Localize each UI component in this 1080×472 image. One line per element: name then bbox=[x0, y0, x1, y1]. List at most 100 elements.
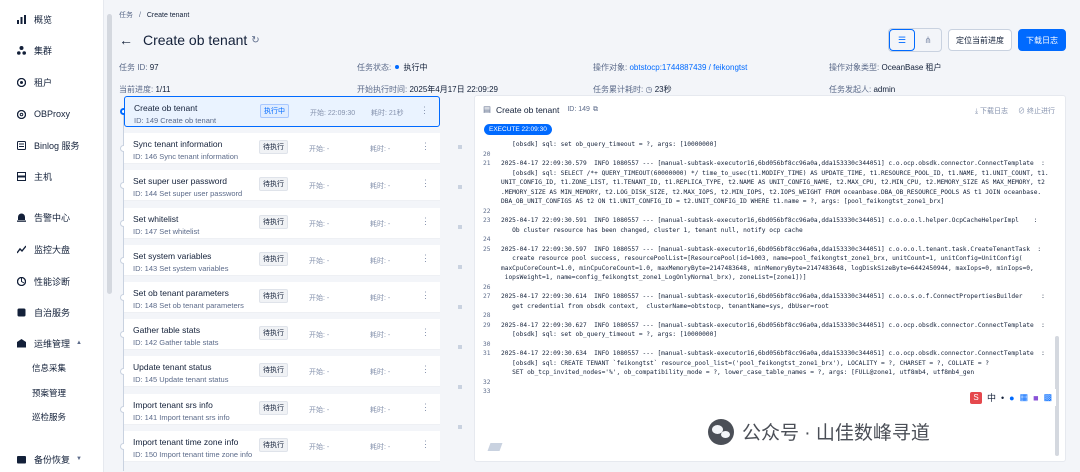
sidebar-item-backup[interactable]: 备份恢复 ▼ bbox=[0, 449, 104, 469]
sidebar-item-obproxy[interactable]: OBProxy bbox=[0, 104, 104, 124]
more-icon[interactable]: ⋮ bbox=[420, 105, 429, 116]
log-line: create resource pool success, resourcePo… bbox=[483, 254, 1053, 264]
subtask-name: Sync tenant information bbox=[133, 139, 223, 150]
sidebar-scrollbar[interactable] bbox=[107, 14, 112, 294]
subtask-item[interactable]: Sync tenant information ID: 146 Sync tena… bbox=[124, 133, 440, 165]
subtask-item[interactable]: Import tenant srs info ID: 141 Import ten… bbox=[124, 393, 440, 425]
more-icon[interactable]: ⋮ bbox=[421, 327, 430, 338]
subtask-id: ID: 148 Set ob tenant parameters bbox=[133, 301, 244, 310]
subtask-item[interactable]: Import tenant time zone info ID: 150 Impo… bbox=[124, 430, 440, 462]
sidebar-item-monitor[interactable]: 监控大盘 bbox=[0, 239, 104, 259]
list-view-icon[interactable]: ☰ bbox=[889, 29, 915, 51]
log-line-text: 2025-04-17 22:09:30.591 INFO 1080557 ---… bbox=[501, 217, 1038, 224]
more-icon[interactable]: ⋮ bbox=[421, 253, 430, 264]
sidebar-item-alarm[interactable]: 告警中心 bbox=[0, 207, 104, 227]
log-line-number: 23 bbox=[483, 217, 491, 224]
watermark: 公众号 · 山佳数峰寻道 bbox=[708, 418, 930, 445]
subtask-item[interactable]: Set whitelist ID: 147 Set whitelist 待执行 开始:… bbox=[124, 207, 440, 239]
document-icon: ▤ bbox=[483, 104, 492, 114]
log-title: Create ob tenant bbox=[496, 104, 560, 115]
subtask-item[interactable]: Set system variables ID: 143 Set system v… bbox=[124, 244, 440, 276]
log-line-number bbox=[483, 197, 501, 207]
more-icon[interactable]: ⋮ bbox=[421, 290, 430, 301]
log-line-text: 2025-04-17 22:09:30.597 INFO 1080557 ---… bbox=[501, 245, 1042, 253]
subtask-item[interactable]: Create ob tenant ID: 149 Create ob tenant… bbox=[124, 96, 440, 127]
sidebar-item-overview[interactable]: 概览 bbox=[0, 9, 104, 29]
log-line-number bbox=[483, 302, 501, 312]
ime-logo-icon: S bbox=[970, 391, 982, 404]
log-line: [obsdk] sql: CREATE TENANT `feikongtst` … bbox=[483, 359, 1053, 369]
ime-toolbar[interactable]: S 中 • ● ▦ ■ ▩ bbox=[966, 389, 1057, 406]
sidebar-subitem-inspect[interactable]: 巡检服务 bbox=[32, 411, 66, 423]
cluster-icon bbox=[17, 45, 26, 55]
log-line: 23 2025-04-17 22:09:30.591 INFO 1080557 -… bbox=[483, 216, 1053, 226]
shirt-icon[interactable]: ■ bbox=[1033, 393, 1038, 403]
log-line-number bbox=[483, 178, 501, 188]
log-line-number bbox=[483, 188, 501, 198]
sidebar-subitem-collect[interactable]: 信息采集 bbox=[32, 362, 66, 374]
subtask-duration: 耗时: 21秒 bbox=[371, 110, 404, 117]
microphone-icon[interactable]: ● bbox=[1009, 393, 1014, 403]
subtask-duration: 耗时: - bbox=[370, 443, 391, 451]
log-line-text bbox=[501, 283, 1053, 293]
sidebar-item-label: 集群 bbox=[34, 45, 53, 56]
refresh-icon[interactable]: ↻ bbox=[251, 35, 259, 46]
log-line-number: 25 bbox=[483, 245, 491, 253]
task-target-link[interactable]: obtstocp:1744887439 / feikongtst bbox=[629, 63, 747, 72]
task-elapsed-value: 23秒 bbox=[654, 85, 672, 94]
locate-progress-button[interactable]: 定位当前进度 bbox=[948, 29, 1012, 51]
subtask-name: Set ob tenant parameters bbox=[133, 288, 229, 298]
log-line-text: iopsWeight=1, name=config_feikongtst_zon… bbox=[501, 274, 807, 281]
log-download-button[interactable]: ⤓ 下载日志 bbox=[975, 106, 1008, 116]
back-arrow-icon[interactable]: ← bbox=[119, 32, 133, 48]
copy-icon[interactable]: ⧉ bbox=[593, 106, 598, 114]
keyboard-icon[interactable]: ▦ bbox=[1020, 392, 1029, 403]
breadcrumb-parent[interactable]: 任务 bbox=[119, 12, 133, 19]
more-icon[interactable]: ⋮ bbox=[421, 364, 430, 375]
sidebar-item-label: 监控大盘 bbox=[34, 244, 71, 255]
grid-icon[interactable]: ▩ bbox=[1044, 392, 1053, 403]
tree-view-icon[interactable]: ⋔ bbox=[915, 29, 941, 51]
subtask-id: ID: 146 Sync tenant information bbox=[133, 152, 239, 162]
sidebar-item-autonomous[interactable]: 自治服务 bbox=[0, 302, 104, 322]
log-stop-button[interactable]: ⊘ 终止进行 bbox=[1018, 106, 1055, 116]
log-line-number bbox=[483, 330, 501, 340]
ime-lang[interactable]: 中 bbox=[987, 391, 996, 404]
task-status: 任务状态: 执行中 bbox=[357, 62, 427, 73]
sidebar-subitem-plan[interactable]: 预案管理 bbox=[32, 387, 66, 399]
log-line-text bbox=[501, 235, 1053, 245]
subtask-item[interactable]: Set ob tenant parameters ID: 148 Set ob t… bbox=[124, 282, 440, 313]
more-icon[interactable]: ⋮ bbox=[421, 178, 430, 189]
page-header: ← Create ob tenant ↻ bbox=[119, 32, 260, 48]
subtask-item[interactable]: Update tenant status ID: 145 Update tenan… bbox=[124, 356, 440, 388]
more-icon[interactable]: ⋮ bbox=[421, 402, 430, 413]
log-line-number bbox=[483, 254, 501, 264]
log-content: [obsdk] sql: set ob_query_timeout = ?, a… bbox=[483, 140, 1053, 456]
more-icon[interactable]: ⋮ bbox=[421, 216, 430, 227]
subtask-id: ID: 143 Set system variables bbox=[133, 263, 229, 273]
task-initiator-label: 任务发起人: bbox=[829, 85, 872, 94]
sidebar-item-binlog[interactable]: Binlog 服务 bbox=[0, 135, 104, 155]
backup-icon bbox=[17, 455, 26, 464]
sidebar-item-cluster[interactable]: 集群 bbox=[0, 40, 104, 60]
subtask-item[interactable]: Gather table stats ID: 142 Gather table s… bbox=[124, 319, 440, 351]
subtask-duration: 耗时: - bbox=[370, 406, 391, 414]
sidebar-item-tenant[interactable]: 租户 bbox=[0, 72, 104, 92]
task-start-value: 2025年4月17日 22:09:29 bbox=[409, 85, 498, 94]
task-progress: 当前进度: 1/11 bbox=[119, 84, 170, 95]
sidebar-item-host[interactable]: 主机 bbox=[0, 166, 104, 186]
subtask-duration: 耗时: - bbox=[370, 146, 391, 154]
subtask-status-badge: 待执行 bbox=[259, 363, 288, 378]
sidebar-item-ops[interactable]: 运维管理 ▲ bbox=[0, 333, 104, 353]
pane-resize-handle[interactable] bbox=[458, 95, 462, 472]
more-icon[interactable]: ⋮ bbox=[421, 141, 430, 152]
task-initiator-value: admin bbox=[873, 85, 896, 94]
sidebar-item-diagnosis[interactable]: 性能诊断 bbox=[0, 271, 104, 291]
breadcrumb-current: Create tenant bbox=[146, 12, 190, 19]
more-icon[interactable]: ⋮ bbox=[421, 439, 430, 450]
download-log-button[interactable]: 下载日志 bbox=[1018, 29, 1066, 51]
chevron-up-icon: ▲ bbox=[76, 340, 82, 346]
subtask-duration: 耗时: - bbox=[370, 220, 391, 228]
subtask-item[interactable]: Set super user password ID: 144 Set super… bbox=[124, 170, 440, 202]
ime-punct-icon[interactable]: • bbox=[1001, 393, 1004, 403]
